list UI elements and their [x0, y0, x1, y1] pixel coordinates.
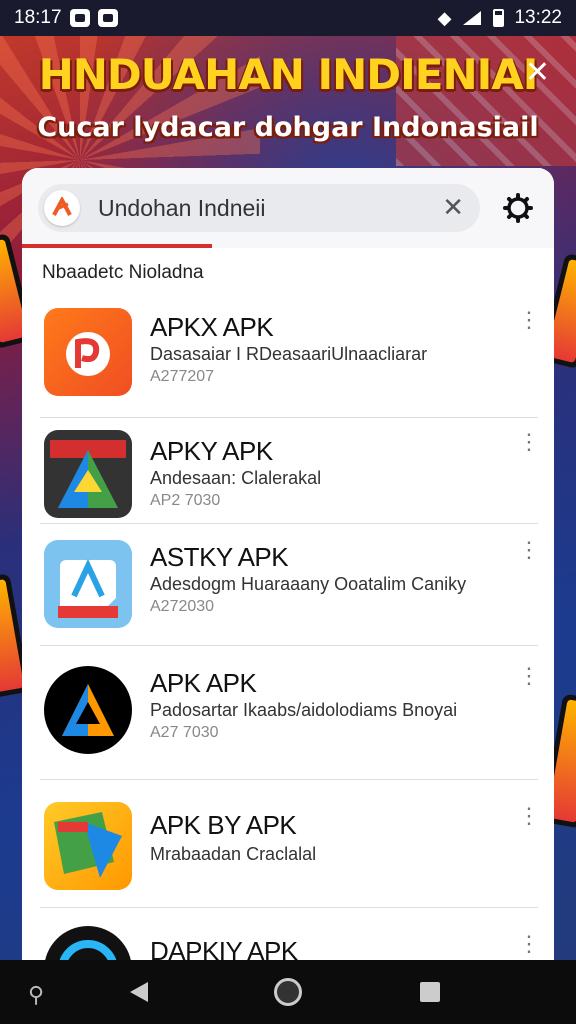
recents-icon[interactable] [420, 982, 440, 1002]
app-title: APK BY APK [150, 810, 297, 840]
section-heading: Nbaadetc Nioladna [42, 262, 204, 283]
app-title: APKX APK [150, 312, 274, 342]
divider [40, 417, 538, 418]
app-version: A272030 [150, 598, 215, 615]
wifi-icon: ◆ [437, 7, 452, 28]
battery-icon [493, 9, 505, 27]
list-item[interactable]: ASTKY APK Adesdogm Huaraaany Ooatalim Ca… [22, 528, 554, 644]
notification-icon [69, 9, 90, 27]
status-bar: 18:17 ◆ 13:22 [0, 0, 576, 36]
blue-a-sticker-icon [44, 540, 132, 628]
app-title: APK APK [150, 668, 257, 698]
app-description: Andesaan: Clalerakal [150, 468, 322, 488]
orange-p-logo-icon [44, 308, 132, 396]
close-icon[interactable]: ✕ [525, 58, 550, 88]
clear-icon[interactable]: ✕ [442, 194, 464, 220]
more-options-icon[interactable]: ⋮ [518, 309, 540, 331]
yellow-play-logo-icon [44, 802, 132, 890]
status-time-right: 13:22 [514, 7, 562, 28]
banner-title: HNDUAHAN INDIENIAI [38, 50, 539, 99]
divider [40, 523, 538, 524]
gear-icon[interactable] [502, 192, 534, 224]
app-version: AP2 7030 [150, 492, 221, 509]
divider [40, 779, 538, 780]
home-icon[interactable] [274, 978, 302, 1006]
more-options-icon[interactable]: ⋮ [518, 539, 540, 561]
search-results-panel: Undohan Indneii ✕ Nbaadetc Nioladna APKX… [22, 168, 554, 968]
divider [40, 645, 538, 646]
list-item[interactable]: APKX APK Dasasaiar I RDeasaariUlnaacliar… [22, 298, 554, 416]
more-options-icon[interactable]: ⋮ [518, 665, 540, 687]
divider [40, 907, 538, 908]
more-options-icon[interactable]: ⋮ [518, 431, 540, 453]
app-description: Adesdogm Huaraaany Ooatalim Caniky [150, 574, 467, 594]
search-query: Undohan Indneii [98, 194, 266, 221]
search-bar-row: Undohan Indneii ✕ [22, 168, 554, 248]
list-item[interactable]: APK BY APK Mrabaadan Craclalal ⋮ [22, 788, 554, 908]
banner-subtitle: Cucar lydacar dohgar Indonasiail [37, 112, 539, 143]
app-description: Padosartar Ikaabs/aidolodiams Bnoyai [150, 700, 458, 720]
search-input[interactable]: Undohan Indneii ✕ [38, 184, 480, 232]
more-options-icon[interactable]: ⋮ [518, 933, 540, 955]
app-version: A27 7030 [150, 724, 219, 741]
app-title: ASTKY APK [150, 542, 289, 572]
list-item[interactable]: APK APK Padosartar Ikaabs/aidolodiams Bn… [22, 658, 554, 778]
app-title: APKY APK [150, 436, 273, 466]
signal-icon [463, 11, 482, 25]
app-version: A277207 [150, 368, 215, 385]
status-time-left: 18:17 [14, 7, 62, 28]
app-notification-icon [97, 9, 118, 27]
back-icon[interactable] [130, 982, 148, 1002]
app-logo-icon [44, 190, 80, 226]
loading-progress-bar [22, 244, 212, 248]
more-options-icon[interactable]: ⋮ [518, 805, 540, 827]
app-description: Mrabaadan Craclalal [150, 844, 317, 864]
system-nav-bar: ⚲ [0, 960, 576, 1024]
app-description: Dasasaiar I RDeasaariUlnaacliarar [150, 344, 428, 364]
accessibility-icon[interactable]: ⚲ [28, 982, 44, 1008]
list-item[interactable]: APKY APK Andesaan: Clalerakal AP2 7030 ⋮ [22, 420, 554, 522]
colorful-a-logo-icon [44, 430, 132, 518]
black-circle-a-logo-icon [44, 666, 132, 754]
